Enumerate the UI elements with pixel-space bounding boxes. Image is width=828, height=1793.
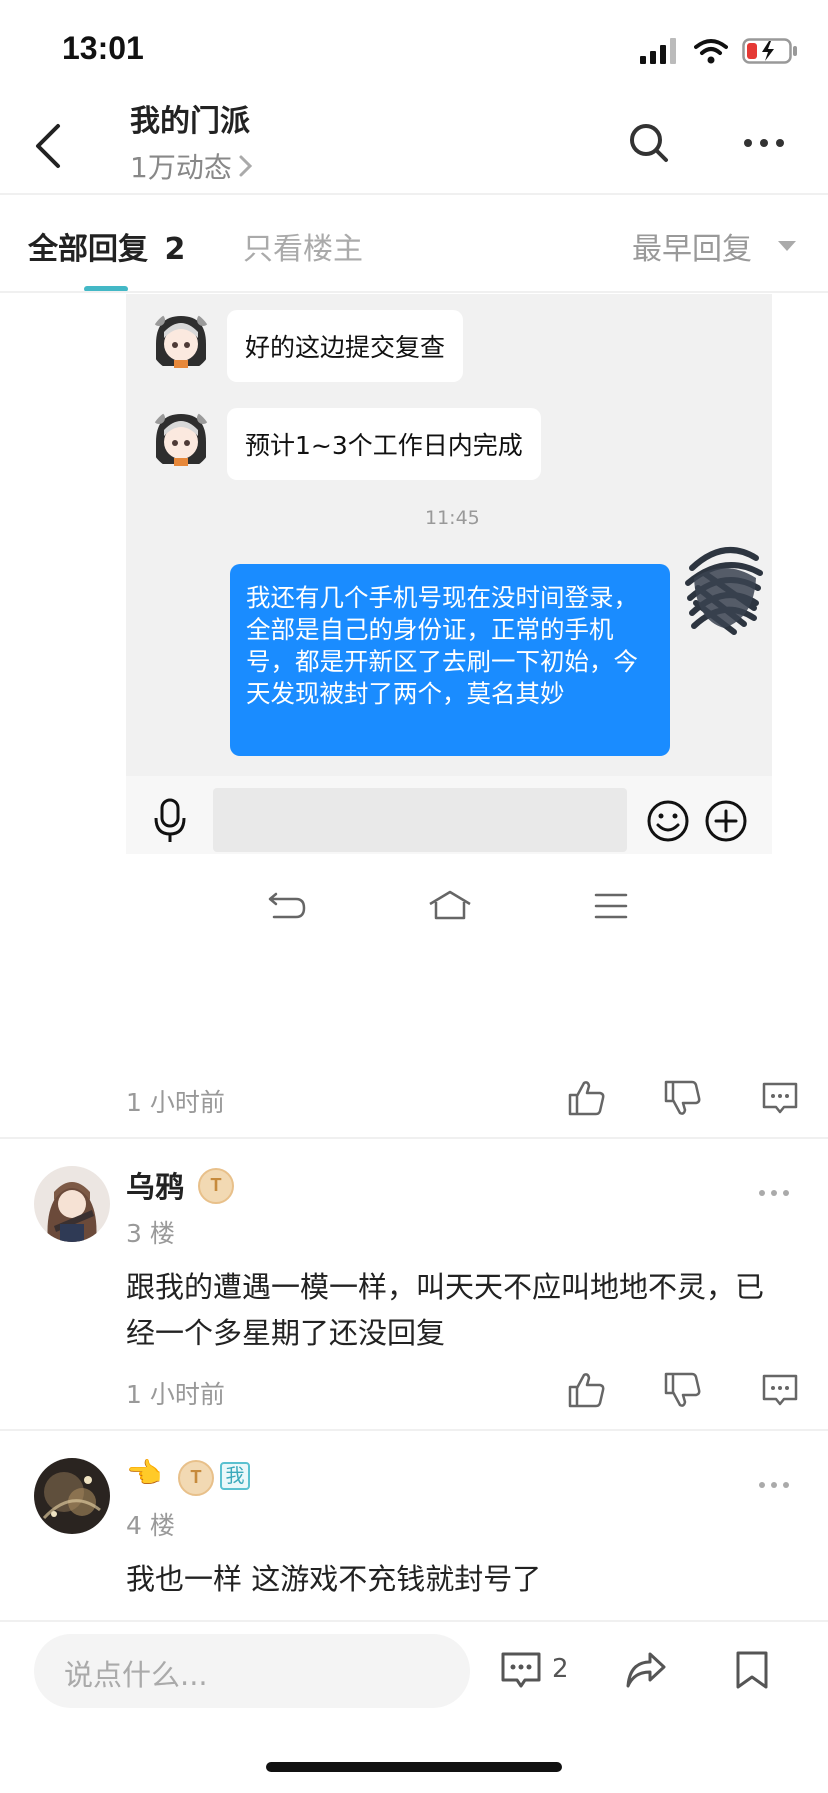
reply-more-icon[interactable] [758,1480,790,1490]
search-icon[interactable] [628,122,670,164]
self-badge: 我 [220,1462,250,1490]
tab-all-replies[interactable]: 全部回复 2 [28,224,185,268]
home-indicator [266,1762,562,1772]
level-badge: T [178,1460,214,1496]
share-icon[interactable] [624,1650,668,1690]
wifi-icon [694,39,728,64]
header-divider [0,193,828,195]
reply-time-ago: 1 小时前 [126,1380,225,1409]
bookmark-icon[interactable] [734,1650,770,1690]
more-icon[interactable] [742,128,786,158]
sort-dropdown[interactable]: 最早回复 [632,224,796,268]
anime-avatar-icon [150,310,212,372]
status-time: 13:01 [62,30,144,66]
reply-divider [0,1429,828,1431]
reply-username[interactable]: 👈 [126,1456,162,1491]
comment-count: 2 [552,1654,569,1684]
android-menu-icon [594,893,628,919]
reply-floor: 4 楼 [126,1511,175,1540]
android-back-icon [268,892,306,919]
chat-input-box [213,788,627,852]
tab-owner-only[interactable]: 只看楼主 [243,224,363,268]
sort-label: 最早回复 [632,232,752,267]
plus-icon [705,800,747,842]
microphone-icon [154,798,186,842]
message-timestamp: 11:45 [425,507,480,529]
tab-all-label: 全部回复 [28,232,148,267]
like-icon[interactable] [566,1370,606,1410]
page-title[interactable]: 我的门派 [130,96,250,140]
status-icons [640,34,798,68]
support-message-2: 预计1~3个工作日内完成 [227,408,541,480]
caret-down-icon [778,241,796,251]
comment-icon[interactable] [760,1078,800,1118]
level-badge: T [198,1168,234,1204]
reply-text: 跟我的遭遇一模一样，叫天天不应叫地地不灵，已经一个多星期了还没回复 [126,1270,765,1350]
user-avatar-image [34,1458,110,1534]
comment-count-icon[interactable] [500,1650,542,1690]
like-icon[interactable] [566,1078,606,1118]
user-avatar-image [34,1166,110,1242]
post-divider [0,1137,828,1139]
reply-text: 我也一样 这游戏不充钱就封号了 [126,1562,542,1596]
dynamics-count: 1万动态 [130,151,232,184]
emoji-icon [647,800,689,842]
tabs-divider [0,291,828,293]
support-avatar [150,408,212,470]
censored-avatar-icon [684,528,764,640]
anime-avatar-icon [150,408,212,470]
reply-username[interactable]: 乌鸦 [126,1164,184,1206]
dislike-icon[interactable] [662,1370,702,1410]
reply-more-icon[interactable] [758,1188,790,1198]
post-time-ago: 1 小时前 [126,1088,225,1117]
support-message-1: 好的这边提交复查 [227,310,464,382]
battery-low-icon [742,38,797,64]
user-avatar[interactable] [34,1166,110,1242]
android-home-icon [429,890,471,920]
dynamics-link[interactable]: 1万动态 [130,146,254,186]
signal-icon [640,38,676,64]
my-message: 我还有几个手机号现在没时间登录，全部是自己的身份证，正常的手机号，都是开新区了去… [230,564,670,756]
comment-icon[interactable] [760,1370,800,1410]
comment-input[interactable]: 说点什么... [34,1634,470,1708]
user-avatar[interactable] [34,1458,110,1534]
tab-all-count: 2 [164,232,186,267]
support-avatar [150,310,212,372]
chevron-right-icon [239,155,252,177]
dislike-icon[interactable] [662,1078,702,1118]
reply-floor: 3 楼 [126,1219,175,1248]
back-icon[interactable] [30,118,70,174]
